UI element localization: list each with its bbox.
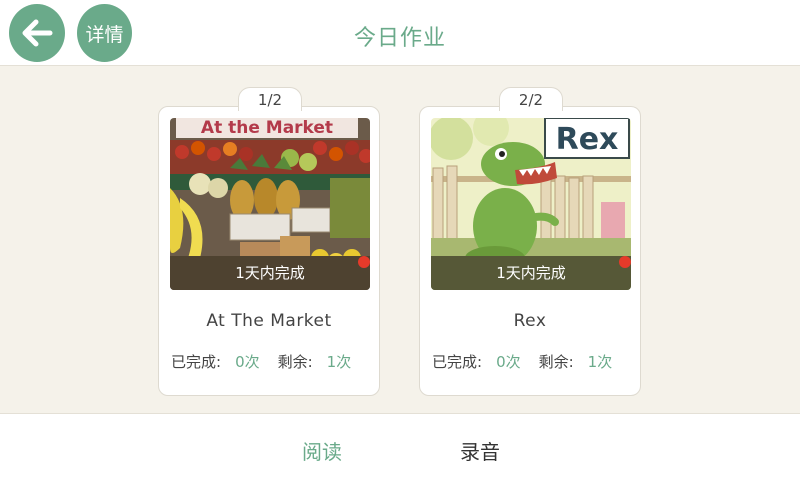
book-title: Rex xyxy=(513,311,547,331)
page-indicator: 2/2 xyxy=(499,87,563,111)
book-stats: 已完成: 0次 剩余: 1次 xyxy=(171,351,351,372)
book-card-rex[interactable]: 2/2 Rex 1天内完成 Rex 已完成: 0次 剩余: 1次 xyxy=(419,87,641,396)
book-stats: 已完成: 0次 剩余: 1次 xyxy=(432,351,612,372)
done-label: 已完成: xyxy=(171,353,222,371)
new-badge-dot xyxy=(619,256,631,268)
book-title: At The Market xyxy=(206,311,332,331)
page-title: 今日作业 xyxy=(353,26,446,51)
remaining-label: 剩余: xyxy=(277,353,313,371)
due-label: 1天内完成 xyxy=(170,256,370,290)
due-label: 1天内完成 xyxy=(431,256,631,290)
done-label: 已完成: xyxy=(432,353,483,371)
book-cover-image[interactable]: At the Market 1天内完成 xyxy=(170,118,370,290)
new-badge-dot xyxy=(358,256,370,268)
tab-read[interactable]: 阅读 xyxy=(302,436,342,465)
book-card-market[interactable]: 1/2 At the Market 1天内完成 At The Market 已完… xyxy=(158,87,380,396)
header-bar: 详情 今日作业 xyxy=(0,0,800,66)
remaining-value: 1次 xyxy=(587,353,613,371)
cover-title-text: At the Market xyxy=(201,118,333,138)
page-indicator: 1/2 xyxy=(238,87,302,111)
book-cover-image[interactable]: Rex 1天内完成 xyxy=(431,118,631,290)
bottom-tab-bar: 阅读 录音 xyxy=(0,413,800,480)
done-value: 0次 xyxy=(496,353,521,371)
remaining-label: 剩余: xyxy=(538,353,574,371)
remaining-value: 1次 xyxy=(326,353,352,371)
done-value: 0次 xyxy=(235,353,260,371)
cover-title-text: Rex xyxy=(556,122,619,157)
tab-record[interactable]: 录音 xyxy=(460,436,500,465)
